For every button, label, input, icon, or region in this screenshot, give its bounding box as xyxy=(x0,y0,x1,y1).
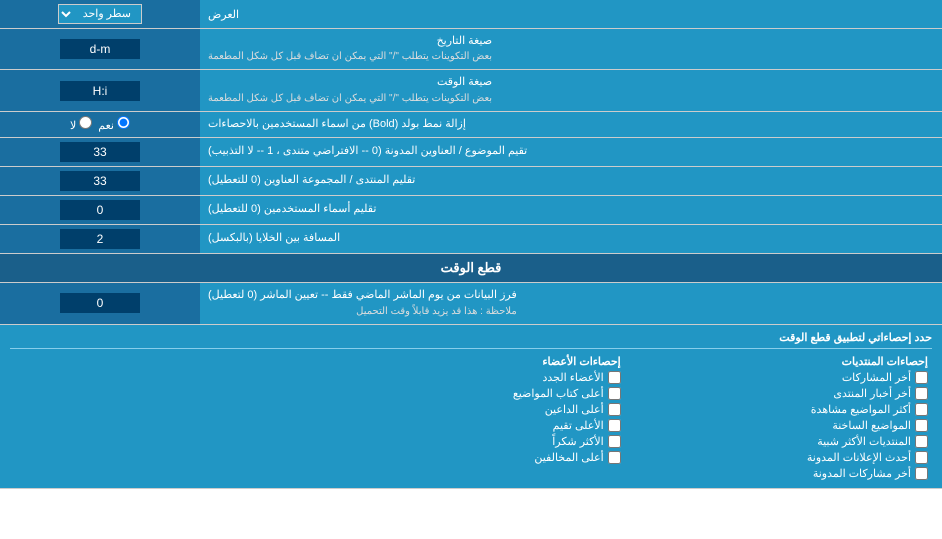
checkboxes-section: حدد إحصاءاتي لتطبيق قطع الوقت إحصاءات ال… xyxy=(0,325,942,489)
checkbox-top-writers-input[interactable] xyxy=(608,387,621,400)
bold-remove-input-cell: نعم لا xyxy=(0,112,200,137)
display-select-cell: سطر واحد سطرين ثلاثة أسطر xyxy=(0,0,200,28)
bold-remove-row: إزالة نمط بولد (Bold) من اسماء المستخدمي… xyxy=(0,112,942,138)
bold-no-label: لا xyxy=(70,116,92,132)
forum-group-label: تقليم المنتدى / المجموعة العناوين (0 للت… xyxy=(200,167,942,195)
checkbox-forum-news-input[interactable] xyxy=(915,387,928,400)
trim-users-input[interactable] xyxy=(60,200,140,220)
forums-stats-title: إحصاءات المنتديات xyxy=(629,355,928,368)
extra-col xyxy=(10,353,317,482)
members-stats-title: إحصاءات الأعضاء xyxy=(321,355,620,368)
members-stats-col: إحصاءات الأعضاء الأعضاء الجدد أعلى كتاب … xyxy=(317,353,624,482)
time-format-label: صيغة الوقتبعض التكوينات يتطلب "/" التي ي… xyxy=(200,70,942,110)
trim-users-label: تقليم أسماء المستخدمين (0 للتعطيل) xyxy=(200,196,942,224)
checkbox-top-rated[interactable]: الأعلى تقيم xyxy=(321,419,620,432)
display-label: العرض xyxy=(200,0,942,28)
checkbox-top-rated-input[interactable] xyxy=(608,419,621,432)
topic-order-input-cell xyxy=(0,138,200,166)
checkboxes-title-row: حدد إحصاءاتي لتطبيق قطع الوقت xyxy=(10,331,932,349)
forums-stats-col: إحصاءات المنتديات أخر المشاركات أخر أخبا… xyxy=(625,353,932,482)
forum-group-input[interactable] xyxy=(60,171,140,191)
trim-users-input-cell xyxy=(0,196,200,224)
cell-spacing-input[interactable] xyxy=(60,229,140,249)
checkboxes-columns: إحصاءات المنتديات أخر المشاركات أخر أخبا… xyxy=(10,353,932,482)
bold-yes-label: نعم xyxy=(98,116,130,132)
date-format-label: صيغة التاريخبعض التكوينات يتطلب "/" التي… xyxy=(200,29,942,69)
cell-spacing-input-cell xyxy=(0,225,200,253)
date-format-input-cell xyxy=(0,29,200,69)
checkbox-most-thanked[interactable]: الأكثر شكراً xyxy=(321,435,620,448)
time-format-input-cell xyxy=(0,70,200,110)
bold-no-radio[interactable] xyxy=(79,116,92,129)
display-select[interactable]: سطر واحد سطرين ثلاثة أسطر xyxy=(58,4,142,24)
topic-order-row: تقيم الموضوع / العناوين المدونة (0 -- ال… xyxy=(0,138,942,167)
checkbox-top-violators-input[interactable] xyxy=(608,451,621,464)
checkbox-new-members[interactable]: الأعضاء الجدد xyxy=(321,371,620,384)
bold-remove-label: إزالة نمط بولد (Bold) من اسماء المستخدمي… xyxy=(200,112,942,137)
cutoff-section-header: قطع الوقت xyxy=(0,254,942,283)
forum-group-input-cell xyxy=(0,167,200,195)
time-format-input[interactable] xyxy=(60,81,140,101)
checkbox-top-writers[interactable]: أعلى كتاب المواضيع xyxy=(321,387,620,400)
topic-order-input[interactable] xyxy=(60,142,140,162)
checkbox-latest-announcements-input[interactable] xyxy=(915,451,928,464)
time-format-row: صيغة الوقتبعض التكوينات يتطلب "/" التي ي… xyxy=(0,70,942,111)
checkbox-top-inviters[interactable]: أعلى الداعين xyxy=(321,403,620,416)
cutoff-days-label: فرز البيانات من يوم الماشر الماضي فقط --… xyxy=(200,283,942,323)
checkbox-forum-news[interactable]: أخر أخبار المنتدى xyxy=(629,387,928,400)
bold-yes-radio[interactable] xyxy=(117,116,130,129)
cutoff-days-input[interactable] xyxy=(60,293,140,313)
checkbox-new-members-input[interactable] xyxy=(608,371,621,384)
cutoff-days-row: فرز البيانات من يوم الماشر الماضي فقط --… xyxy=(0,283,942,324)
checkbox-most-viewed-input[interactable] xyxy=(915,403,928,416)
checkbox-last-posts-input[interactable] xyxy=(915,371,928,384)
checkbox-similar-forums[interactable]: المنتديات الأكثر شبية xyxy=(629,435,928,448)
checkbox-most-thanked-input[interactable] xyxy=(608,435,621,448)
cutoff-days-input-cell xyxy=(0,283,200,323)
checkbox-blog-posts-input[interactable] xyxy=(915,467,928,480)
checkbox-blog-posts[interactable]: أخر مشاركات المدونة xyxy=(629,467,928,480)
trim-users-row: تقليم أسماء المستخدمين (0 للتعطيل) xyxy=(0,196,942,225)
checkbox-last-posts[interactable]: أخر المشاركات xyxy=(629,371,928,384)
checkbox-hot-topics-input[interactable] xyxy=(915,419,928,432)
checkbox-top-inviters-input[interactable] xyxy=(608,403,621,416)
checkbox-top-violators[interactable]: أعلى المخالفين xyxy=(321,451,620,464)
cell-spacing-row: المسافة بين الخلايا (بالبكسل) xyxy=(0,225,942,254)
checkboxes-main-title: حدد إحصاءاتي لتطبيق قطع الوقت xyxy=(10,331,932,344)
checkbox-hot-topics[interactable]: المواضيع الساخنة xyxy=(629,419,928,432)
forum-group-row: تقليم المنتدى / المجموعة العناوين (0 للت… xyxy=(0,167,942,196)
checkbox-most-viewed[interactable]: أكثر المواضيع مشاهدة xyxy=(629,403,928,416)
checkbox-similar-forums-input[interactable] xyxy=(915,435,928,448)
date-format-input[interactable] xyxy=(60,39,140,59)
checkbox-latest-announcements[interactable]: أحدث الإعلانات المدونة xyxy=(629,451,928,464)
topic-order-label: تقيم الموضوع / العناوين المدونة (0 -- ال… xyxy=(200,138,942,166)
date-format-row: صيغة التاريخبعض التكوينات يتطلب "/" التي… xyxy=(0,29,942,70)
cell-spacing-label: المسافة بين الخلايا (بالبكسل) xyxy=(200,225,942,253)
top-row: العرض سطر واحد سطرين ثلاثة أسطر xyxy=(0,0,942,29)
